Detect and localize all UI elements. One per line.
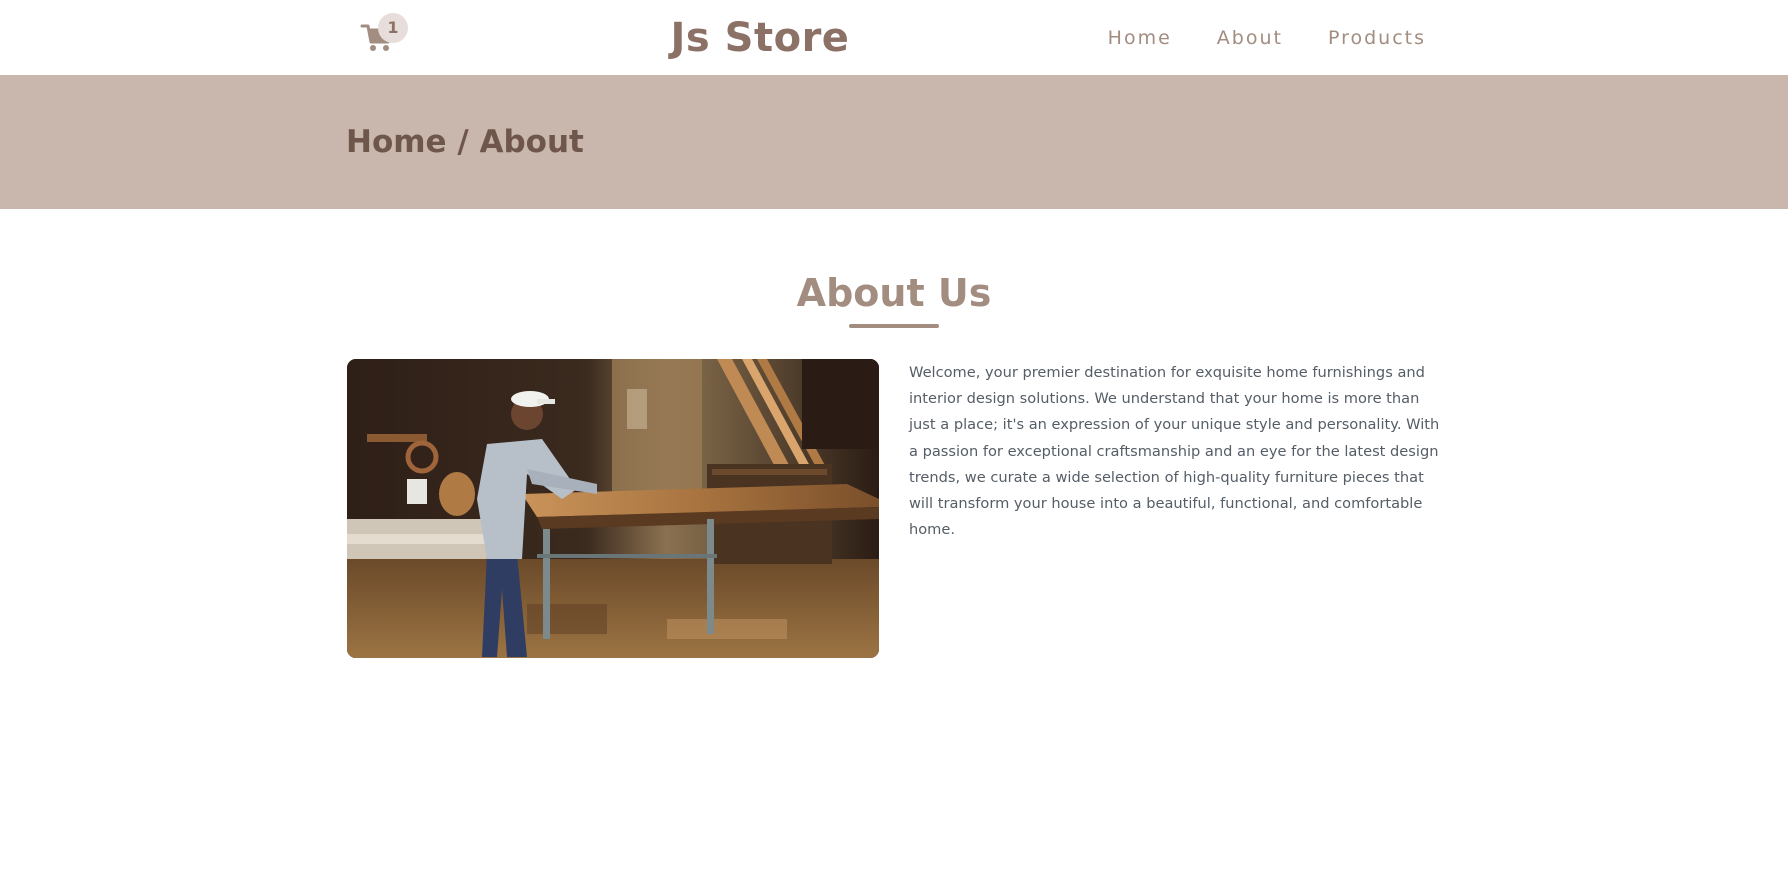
site-header: 1 Js Store Home About Products (0, 0, 1788, 75)
breadcrumb-banner: Home / About (0, 75, 1788, 209)
nav-link-home[interactable]: Home (1108, 22, 1172, 54)
breadcrumb: Home / About (346, 124, 584, 160)
about-description: Welcome, your premier destination for ex… (909, 364, 1440, 539)
nav-link-products[interactable]: Products (1328, 22, 1426, 54)
carpenter-workshop-photo (347, 359, 879, 658)
nav-link-about[interactable]: About (1217, 22, 1283, 54)
main-nav: Home About Products (1108, 22, 1426, 54)
title-underline (849, 324, 939, 328)
section-title: About Us (796, 271, 992, 315)
